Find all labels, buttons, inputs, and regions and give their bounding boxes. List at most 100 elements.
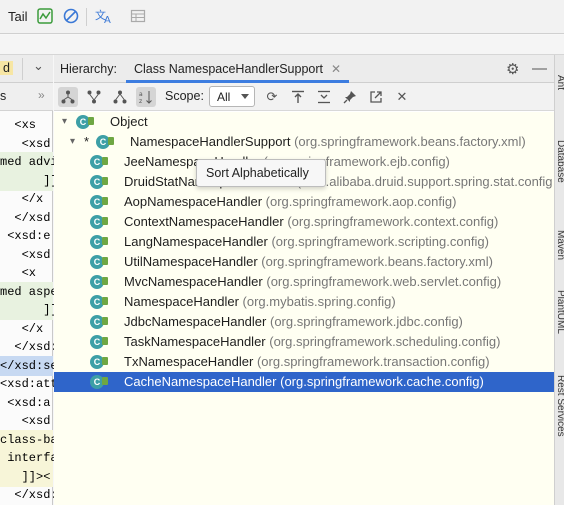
public-access-icon (102, 357, 108, 365)
cancel-icon[interactable] (62, 7, 80, 25)
svg-text:a: a (139, 91, 143, 98)
code-line[interactable]: ]] (0, 300, 58, 320)
tree-row[interactable]: C UtilNamespaceHandler (org.springframewo… (54, 252, 554, 272)
code-line[interactable]: class-ba (0, 429, 58, 450)
code-line[interactable]: </xsd (0, 208, 53, 228)
class-name: TxNamespaceHandler (124, 354, 254, 369)
code-line[interactable]: med aspe (0, 281, 58, 302)
svg-text:A: A (104, 15, 111, 24)
package-name: (org.springframework.jdbc.config) (269, 314, 463, 329)
tree-row[interactable]: C LangNamespaceHandler (org.springframewo… (54, 232, 554, 252)
hierarchy-toolbar: az Scope: All ⟳ ✕ (54, 83, 554, 111)
hierarchy-header: Hierarchy: Class NamespaceHandlerSupport… (54, 55, 554, 83)
tab-label: Class NamespaceHandlerSupport (134, 62, 323, 76)
refresh-icon[interactable]: ⟳ (262, 87, 282, 107)
tail-button[interactable]: Tail (8, 9, 28, 24)
code-line[interactable]: </x (0, 189, 53, 209)
open-in-new-window-icon[interactable] (366, 87, 386, 107)
tool-window-rest-services[interactable]: Rest Services (555, 375, 564, 437)
code-line[interactable]: ]] (0, 170, 58, 191)
close-icon[interactable]: ✕ (392, 87, 412, 107)
pin-icon[interactable] (340, 87, 360, 107)
type-hierarchy-icon[interactable] (58, 87, 78, 107)
supertypes-icon[interactable] (84, 87, 104, 107)
code-line[interactable]: <xsd (0, 411, 53, 431)
chevron-down-icon[interactable]: ⌄ (33, 58, 44, 74)
close-icon[interactable]: ✕ (331, 62, 341, 76)
public-access-icon (102, 317, 108, 325)
package-name: (org.springframework.scheduling.config) (269, 334, 501, 349)
code-line[interactable]: </x (0, 319, 53, 339)
code-line[interactable]: <xsd (0, 134, 53, 154)
public-access-icon (102, 377, 108, 385)
code-line[interactable]: <xsd:a (0, 393, 53, 413)
code-line[interactable]: interfa (0, 448, 58, 468)
code-line[interactable]: <xs (0, 115, 53, 135)
scope-dropdown[interactable]: All (209, 86, 255, 107)
tree-row[interactable]: C JdbcNamespaceHandler (org.springframewo… (54, 312, 554, 332)
public-access-icon (102, 217, 108, 225)
tree-row-label: NamespaceHandler (org.mybatis.spring.con… (124, 292, 396, 312)
tab-divider (22, 58, 23, 80)
tab-class-hierarchy[interactable]: Class NamespaceHandlerSupport ✕ (126, 55, 350, 83)
tree-row[interactable]: C TaskNamespaceHandler (org.springframewo… (54, 332, 554, 352)
sort-alphabetically-icon[interactable]: az (136, 87, 156, 107)
chevron-down-icon[interactable]: ▾ (70, 132, 75, 152)
code-line[interactable]: </xsd:se (0, 355, 58, 376)
class-name: AopNamespaceHandler (124, 194, 263, 209)
class-name: NamespaceHandlerSupport (130, 134, 291, 149)
tree-row[interactable]: C TxNamespaceHandler (org.springframework… (54, 352, 554, 372)
editor-tab-2[interactable]: s (0, 89, 6, 103)
translate-icon[interactable]: 文A (95, 7, 113, 25)
editor-tab[interactable]: d (0, 61, 13, 75)
table-icon[interactable] (129, 7, 147, 25)
tree-parent-label: NamespaceHandlerSupport (org.springframe… (130, 132, 526, 152)
class-name: LangNamespaceHandler (124, 234, 268, 249)
tool-window-maven[interactable]: Maven (555, 230, 564, 260)
tool-window-database[interactable]: Database (555, 140, 564, 183)
tree-root-label: Object (110, 114, 148, 129)
package-name: (org.springframework.beans.factory.xml) (261, 254, 493, 269)
tool-window-ant[interactable]: Ant (555, 75, 564, 90)
editor-tab-bar: d ⌄ (0, 55, 53, 83)
subtypes-icon[interactable] (110, 87, 130, 107)
code-line[interactable]: <xsd:att (0, 374, 58, 394)
code-line[interactable]: ]]>< (0, 466, 53, 487)
base-on-this-class-icon[interactable] (288, 87, 308, 107)
tree-row-parent[interactable]: ▾ * C NamespaceHandlerSupport (org.sprin… (54, 132, 554, 152)
code-line[interactable]: <xsd:e (0, 226, 53, 246)
public-access-icon (102, 237, 108, 245)
tree-row[interactable]: C AopNamespaceHandler (org.springframewor… (54, 192, 554, 212)
public-access-icon (102, 177, 108, 185)
code-line[interactable]: </xsd: (0, 485, 57, 505)
minimize-icon[interactable]: — (532, 60, 550, 78)
public-access-icon (102, 257, 108, 265)
expand-all-icon[interactable] (314, 87, 334, 107)
package-name: (org.springframework.scripting.config) (271, 234, 489, 249)
panel-title: Hierarchy: (60, 62, 117, 76)
tree-row[interactable]: C CacheNamespaceHandler (org.springframew… (54, 372, 554, 392)
class-name: TaskNamespaceHandler (124, 334, 266, 349)
tree-row-root[interactable]: ▾ C Object (54, 112, 554, 132)
public-access-icon (102, 197, 108, 205)
tool-window-plantuml[interactable]: PlantUML (555, 290, 564, 334)
tree-row[interactable]: C MvcNamespaceHandler (org.springframewor… (54, 272, 554, 292)
public-access-icon (102, 337, 108, 345)
code-line[interactable]: med advi (0, 152, 58, 172)
tree-row-label: ContextNamespaceHandler (org.springframe… (124, 212, 498, 232)
tree-row[interactable]: C NamespaceHandler (org.mybatis.spring.co… (54, 292, 554, 312)
tree-row-label: UtilNamespaceHandler (org.springframewor… (124, 252, 493, 272)
hierarchy-panel: Hierarchy: Class NamespaceHandlerSupport… (54, 55, 554, 505)
double-chevron-right-icon[interactable]: » (38, 88, 45, 102)
scope-value: All (217, 90, 231, 104)
code-line[interactable]: <xsd (0, 245, 53, 265)
tree-row[interactable]: C ContextNamespaceHandler (org.springfram… (54, 212, 554, 232)
public-access-icon (102, 297, 108, 305)
chevron-down-icon[interactable]: ▾ (62, 112, 67, 132)
code-line[interactable]: </xsd: (0, 337, 57, 357)
gear-icon[interactable]: ⚙ (506, 60, 524, 78)
package-name: (org.springframework.web.servlet.config) (266, 274, 502, 289)
code-line[interactable]: <x (0, 263, 53, 283)
activity-monitor-icon[interactable] (36, 7, 54, 25)
scope-label: Scope: (165, 89, 204, 103)
